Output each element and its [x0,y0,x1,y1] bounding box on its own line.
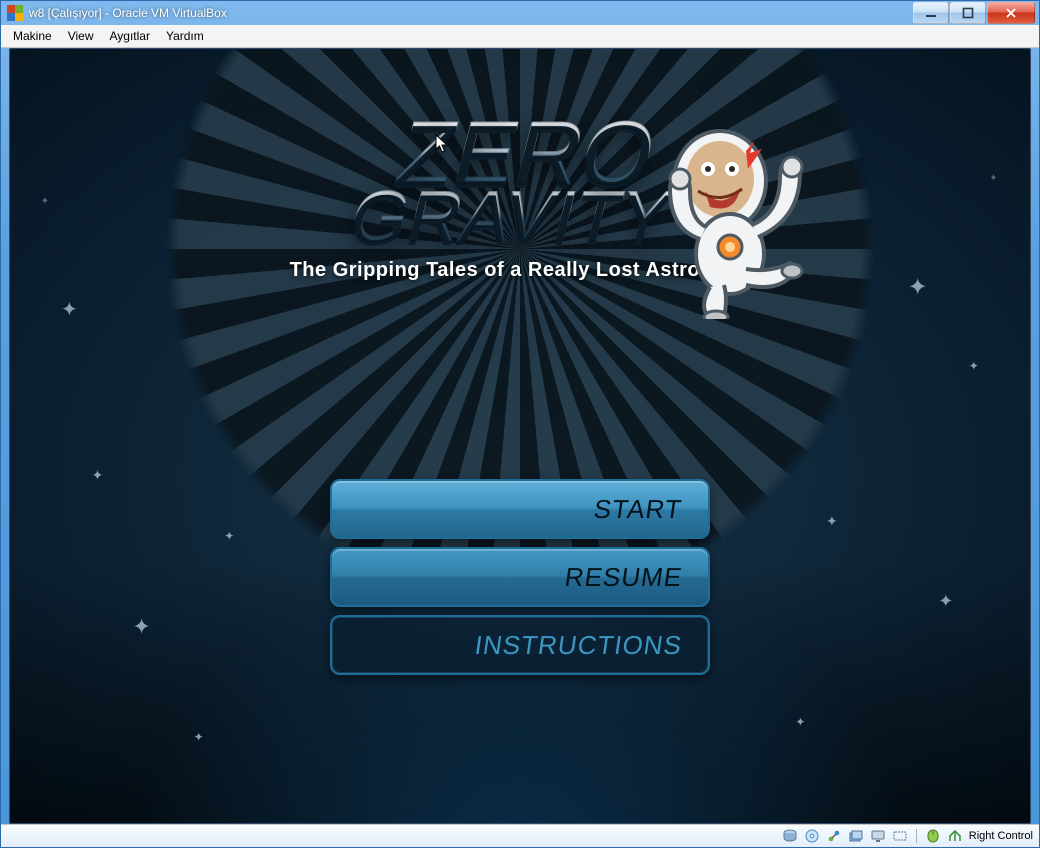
game-menu: START RESUME INSTRUCTIONS [330,479,710,675]
titlebar[interactable]: w8 [Çalışıyor] - Oracle VM VirtualBox [1,1,1039,25]
display-icon[interactable] [870,828,886,844]
instructions-label: INSTRUCTIONS [473,630,684,661]
resume-button[interactable]: RESUME [330,547,710,607]
mouse-integration-icon[interactable] [925,828,941,844]
menu-yardim[interactable]: Yardım [158,25,212,47]
hard-disk-icon[interactable] [782,828,798,844]
host-key-icon[interactable] [947,828,963,844]
start-button[interactable]: START [330,479,710,539]
vm-window: w8 [Çalışıyor] - Oracle VM VirtualBox Ma… [0,0,1040,848]
host-key-label: Right Control [969,830,1033,842]
instructions-button[interactable]: INSTRUCTIONS [330,615,710,675]
virtualbox-icon [7,5,23,21]
resume-label: RESUME [563,562,685,593]
minimize-button[interactable] [913,2,949,24]
menu-view[interactable]: View [60,25,102,47]
logo-line2: GRAVITY [345,189,677,245]
separator [916,829,917,843]
menubar: Makine View Aygıtlar Yardım [1,25,1039,48]
maximize-button[interactable] [950,2,986,24]
window-controls [912,2,1035,24]
start-label: START [592,494,684,525]
statusbar: Right Control [1,824,1039,847]
menu-aygitlar[interactable]: Aygıtlar [101,25,157,47]
network-icon[interactable] [826,828,842,844]
game-title: ZERO GRAVITY [345,119,694,245]
optical-disk-icon[interactable] [804,828,820,844]
menu-makine[interactable]: Makine [5,25,60,47]
game-tagline: The Gripping Tales of a Really Lost Astr… [240,259,800,282]
game-viewport: ZERO GRAVITY The Gripping Tales of a Rea… [9,48,1031,824]
close-button[interactable] [987,2,1035,24]
shared-folders-icon[interactable] [848,828,864,844]
window-title: w8 [Çalışıyor] - Oracle VM VirtualBox [29,6,912,20]
keyboard-capture-icon[interactable] [892,828,908,844]
game-logo: ZERO GRAVITY The Gripping Tales of a Rea… [240,119,800,282]
